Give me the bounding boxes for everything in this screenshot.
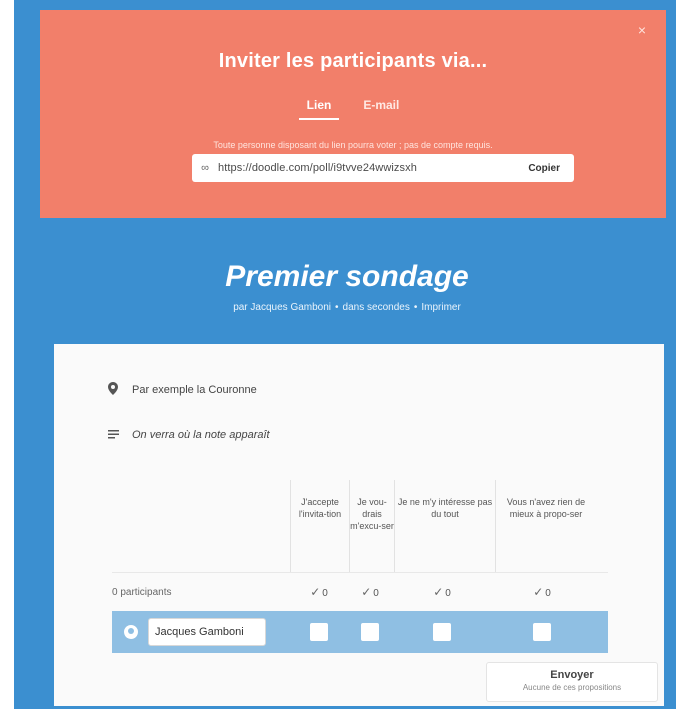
send-label: Envoyer xyxy=(550,669,594,681)
tab-link[interactable]: Lien xyxy=(298,96,340,120)
option-count: ✓ 0 xyxy=(310,585,328,599)
option-header: Je vou-drais m'excu-ser xyxy=(349,480,394,572)
separator: • xyxy=(335,302,339,313)
poll-url[interactable]: https://doodle.com/poll/i9tvve24wwizsxh xyxy=(218,162,514,174)
note-row: On verra où la note apparaît xyxy=(106,428,270,442)
poll-time: dans secondes xyxy=(342,302,410,313)
check-icon: ✓ xyxy=(310,585,321,599)
link-icon: ∞ xyxy=(201,162,209,174)
participants-count: 0 participants xyxy=(112,586,172,598)
vote-cell xyxy=(290,623,348,641)
close-icon[interactable]: × xyxy=(638,22,646,38)
option-count: ✓ 0 xyxy=(361,585,379,599)
poll-table: J'accepte l'invita-tion Je vou-drais m'e… xyxy=(112,480,608,653)
invite-tabs: Lien E-mail xyxy=(40,96,666,120)
note-icon xyxy=(106,428,120,442)
check-icon: ✓ xyxy=(533,585,544,599)
option-header: Je ne m'y intéresse pas du tout xyxy=(394,480,495,572)
vote-checkbox[interactable] xyxy=(310,623,328,641)
options-header: J'accepte l'invita-tion Je vou-drais m'e… xyxy=(112,480,608,572)
copy-button[interactable]: Copier xyxy=(514,163,574,174)
vote-cell xyxy=(348,623,392,641)
participant-name-cell xyxy=(112,618,290,646)
location-row: Par exemple la Couronne xyxy=(106,382,257,398)
option-header: Vous n'avez rien de mieux à propo-ser xyxy=(495,480,596,572)
invite-helper-text: Toute personne disposant du lien pourra … xyxy=(213,140,493,150)
invite-panel: × Inviter les participants via... Lien E… xyxy=(40,10,666,218)
option-count: ✓ 0 xyxy=(433,585,451,599)
vote-checkbox[interactable] xyxy=(533,623,551,641)
poll-meta: par Jacques Gamboni • dans secondes • Imprim… xyxy=(28,302,666,313)
page-background: × Inviter les participants via... Lien E… xyxy=(14,0,676,709)
option-count: ✓ 0 xyxy=(533,585,551,599)
check-icon: ✓ xyxy=(433,585,444,599)
participant-name-input[interactable] xyxy=(148,618,266,646)
location-text: Par exemple la Couronne xyxy=(132,384,257,396)
user-icon xyxy=(124,625,138,639)
poll-title: Premier sondage xyxy=(225,260,469,293)
vote-checkbox[interactable] xyxy=(361,623,379,641)
poll-link-field[interactable]: ∞ https://doodle.com/poll/i9tvve24wwizsx… xyxy=(192,154,574,182)
poll-card: Par exemple la Couronne On verra où la n… xyxy=(54,344,664,706)
header-spacer xyxy=(112,480,290,572)
poll-author: par Jacques Gamboni xyxy=(233,302,332,313)
send-button[interactable]: Envoyer Aucune de ces propositions xyxy=(486,662,658,702)
participant-entry-row xyxy=(112,611,608,653)
tab-email[interactable]: E-mail xyxy=(355,96,407,120)
vote-cell xyxy=(492,623,592,641)
option-header: J'accepte l'invita-tion xyxy=(290,480,349,572)
location-pin-icon xyxy=(106,382,120,398)
send-sublabel: Aucune de ces propositions xyxy=(522,683,622,692)
invite-title: Inviter les participants via... xyxy=(218,50,488,72)
vote-cell xyxy=(392,623,492,641)
print-link[interactable]: Imprimer xyxy=(421,302,460,313)
vote-checkbox[interactable] xyxy=(433,623,451,641)
participants-count-row: 0 participants ✓ 0 ✓ 0 ✓ 0 ✓ 0 xyxy=(112,572,608,611)
note-text: On verra où la note apparaît xyxy=(132,429,270,441)
separator: • xyxy=(413,302,418,313)
check-icon: ✓ xyxy=(361,585,372,599)
